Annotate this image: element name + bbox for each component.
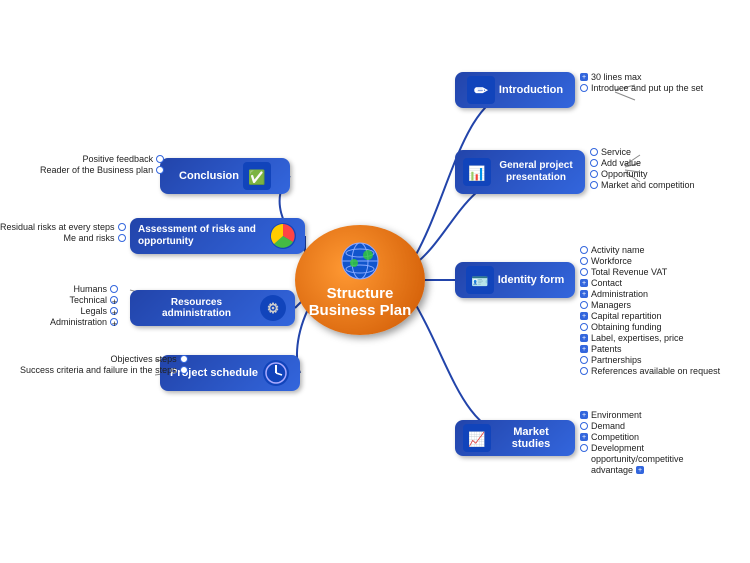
- svg-text:⚙: ⚙: [267, 300, 280, 316]
- conclusion-icon: ✅: [243, 162, 271, 190]
- svg-text:✅: ✅: [248, 169, 265, 186]
- resources-subitems: Humans Technical+ Legals+ Administration…: [50, 284, 118, 328]
- central-line1: Structure: [327, 285, 394, 302]
- globe-icon: [340, 241, 380, 281]
- introduction-icon: ✏: [467, 76, 495, 104]
- node-identity[interactable]: 🪪 Identity form: [455, 262, 575, 298]
- schedule-icon: [262, 359, 290, 387]
- svg-text:📊: 📊: [468, 165, 485, 182]
- node-market[interactable]: 📈 Market studies: [455, 420, 575, 456]
- conclusion-label: Conclusion: [179, 170, 239, 182]
- assessment-subitems: Residual risks at every steps Me and ris…: [0, 222, 126, 244]
- assessment-label: Assessment of risks and opportunity: [138, 224, 265, 248]
- node-introduction[interactable]: ✏ Introduction: [455, 72, 575, 108]
- central-node: Structure Business Plan: [295, 225, 425, 335]
- svg-text:✏: ✏: [474, 83, 488, 100]
- identity-label: Identity form: [498, 274, 565, 286]
- general-label: General project presentation: [495, 160, 577, 184]
- general-icon: 📊: [463, 158, 491, 186]
- market-icon: 📈: [463, 424, 491, 452]
- central-line2: Business Plan: [309, 302, 412, 319]
- market-label: Market studies: [495, 426, 567, 450]
- general-subitems: Service Add value Opportunity Market and…: [590, 147, 695, 191]
- identity-subitems: Activity name Workforce Total Revenue VA…: [580, 245, 720, 377]
- resources-icon: ⚙: [259, 294, 287, 322]
- conclusion-subitems: Positive feedback Reader of the Business…: [40, 154, 164, 176]
- node-conclusion[interactable]: Conclusion ✅: [160, 158, 290, 194]
- svg-text:🪪: 🪪: [471, 273, 488, 289]
- node-assessment[interactable]: Assessment of risks and opportunity: [130, 218, 305, 254]
- node-resources[interactable]: Resources administration ⚙: [130, 290, 295, 326]
- assessment-icon: [269, 222, 297, 250]
- svg-text:📈: 📈: [468, 431, 485, 448]
- resources-label: Resources administration: [138, 297, 255, 319]
- node-general[interactable]: 📊 General project presentation: [455, 150, 585, 194]
- schedule-subitems: Objectives steps Success criteria and fa…: [20, 354, 188, 376]
- market-subitems: +Environment Demand +Competition Develop…: [580, 410, 684, 476]
- identity-icon: 🪪: [466, 266, 494, 294]
- introduction-label: Introduction: [499, 84, 563, 96]
- introduction-subitems: +30 lines max Introduce and put up the s…: [580, 72, 703, 94]
